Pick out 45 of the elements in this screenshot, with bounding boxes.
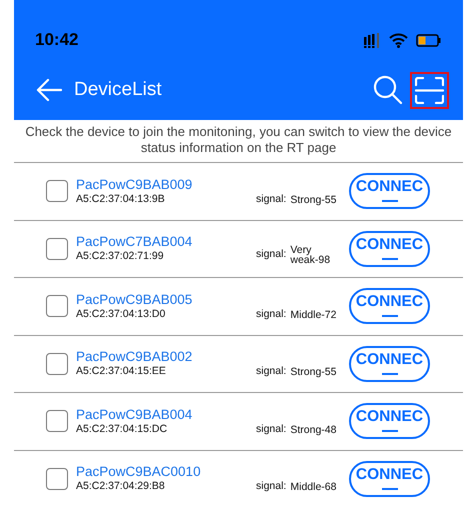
connect-button[interactable]: CONNEC bbox=[349, 460, 430, 497]
back-arrow-icon[interactable] bbox=[36, 78, 62, 102]
signal-value: Strong-55 bbox=[290, 194, 336, 205]
device-name: PacPowC9BAB002 bbox=[76, 349, 194, 366]
signal-value: Very weak-98 bbox=[290, 245, 332, 265]
device-name: PacPowC7BAB004 bbox=[76, 234, 194, 250]
device-checkbox[interactable] bbox=[46, 352, 68, 375]
wifi-icon bbox=[389, 32, 408, 48]
signal-label: signal: bbox=[256, 422, 286, 437]
signal-value: Strong-48 bbox=[290, 424, 336, 435]
status-time: 10:42 bbox=[35, 29, 78, 52]
signal-value: Strong-55 bbox=[290, 367, 336, 378]
scan-button[interactable] bbox=[410, 72, 449, 108]
connect-button[interactable]: CONNEC bbox=[349, 173, 430, 210]
signal-label: signal: bbox=[256, 192, 286, 207]
device-mac-address: A5:C2:37:04:29:B8 bbox=[76, 480, 166, 494]
connect-button[interactable]: CONNEC bbox=[349, 230, 430, 267]
connect-button[interactable]: CONNEC bbox=[349, 346, 430, 382]
cellular-signal-icon bbox=[364, 32, 381, 48]
device-checkbox[interactable] bbox=[46, 468, 68, 490]
signal-label: signal: bbox=[256, 364, 286, 380]
device-mac-address: A5:C2:37:04:15:EE bbox=[76, 365, 167, 378]
device-mac-address: A5:C2:37:04:13:9B bbox=[76, 192, 166, 206]
device-checkbox[interactable] bbox=[46, 410, 68, 432]
battery-icon bbox=[416, 34, 441, 46]
device-name: PacPowC9BAB009 bbox=[76, 176, 194, 193]
connect-button[interactable]: CONNEC bbox=[349, 288, 430, 324]
signal-label: signal: bbox=[256, 479, 286, 494]
device-checkbox[interactable] bbox=[46, 238, 68, 260]
signal-value: Middle-72 bbox=[290, 310, 336, 320]
device-mac-address: A5:C2:37:04:13:D0 bbox=[76, 308, 166, 321]
device-checkbox[interactable] bbox=[46, 180, 68, 202]
signal-value: Middle-68 bbox=[290, 482, 336, 492]
device-name: PacPowC9BAB005 bbox=[76, 292, 194, 308]
device-name: PacPowC9BAB004 bbox=[76, 406, 194, 423]
device-checkbox[interactable] bbox=[46, 295, 68, 318]
instruction-text: Check the device to join the monitoning, you can switch to view the device status information on the RT page bbox=[24, 123, 453, 157]
device-name: PacPowC9BAC0010 bbox=[76, 464, 202, 480]
device-mac-address: A5:C2:37:04:15:DC bbox=[76, 422, 168, 436]
search-icon[interactable] bbox=[373, 75, 403, 105]
device-mac-address: A5:C2:37:02:71:99 bbox=[76, 250, 165, 264]
connect-button[interactable]: CONNEC bbox=[349, 403, 430, 440]
signal-label: signal: bbox=[256, 306, 286, 322]
page-title: DeviceList bbox=[74, 78, 162, 102]
signal-label: signal: bbox=[256, 247, 286, 262]
